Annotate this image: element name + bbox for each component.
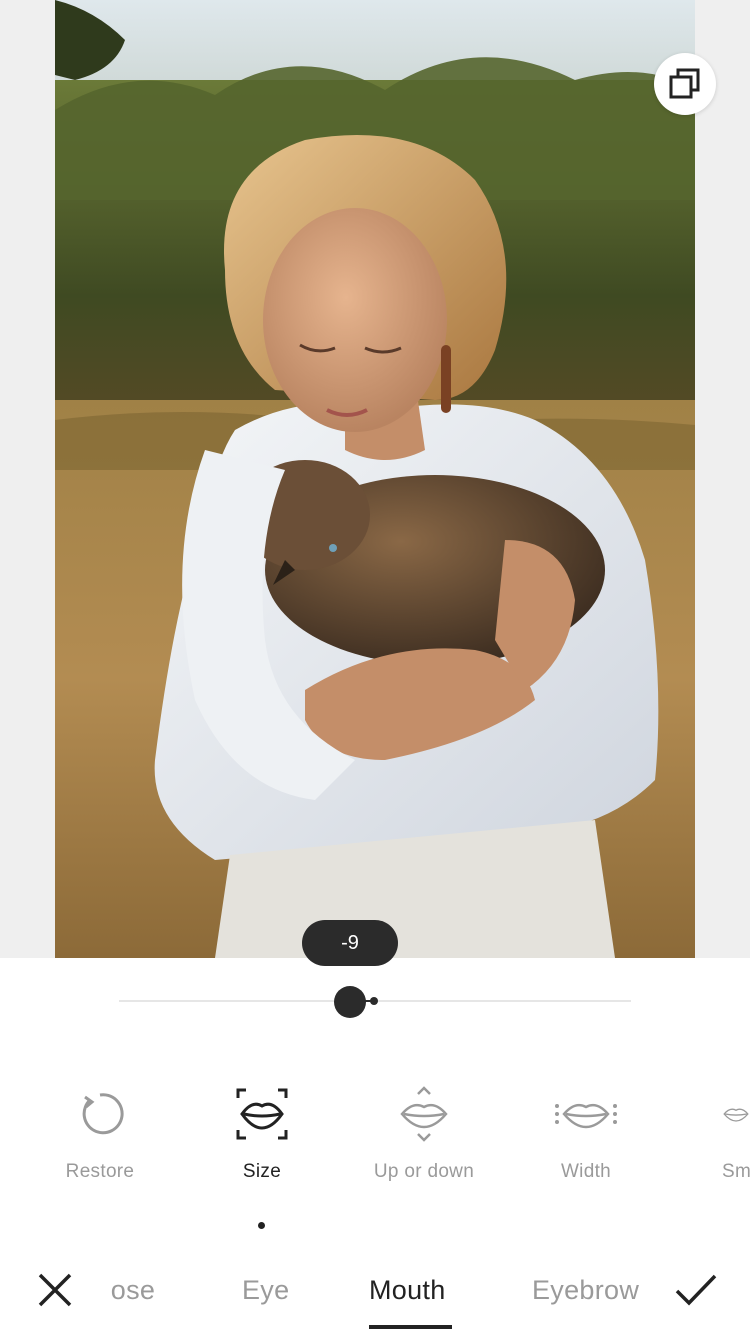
compare-icon: [669, 68, 700, 99]
slider-value-bubble: -9: [302, 920, 398, 966]
tab-nose[interactable]: Nose: [109, 1275, 155, 1306]
close-icon: [38, 1273, 72, 1307]
tool-label: Sm: [722, 1161, 750, 1182]
tool-label: Restore: [65, 1161, 135, 1182]
tool-label: Size: [242, 1161, 282, 1182]
tool-restore[interactable]: Restore: [19, 1085, 181, 1183]
mouth-width-icon: [505, 1085, 667, 1143]
compare-button[interactable]: [654, 53, 716, 115]
confirm-button[interactable]: [672, 1269, 720, 1311]
tab-eye[interactable]: Eye: [242, 1275, 289, 1306]
close-button[interactable]: [34, 1269, 76, 1311]
active-tool-indicator: [258, 1222, 265, 1229]
slider-center-marker: [370, 997, 378, 1005]
tool-size[interactable]: Size: [181, 1085, 343, 1183]
portrait-photo: [55, 0, 695, 958]
mouth-smile-icon: [667, 1085, 750, 1143]
tab-mouth[interactable]: Mouth: [369, 1275, 446, 1306]
tool-label: Width: [560, 1161, 612, 1182]
restore-icon: [19, 1085, 181, 1143]
photo-preview[interactable]: [55, 0, 695, 958]
tab-eyebrow[interactable]: Eyebrow: [532, 1275, 639, 1306]
photo-canvas-area: [0, 0, 750, 958]
tool-width[interactable]: Width: [505, 1085, 667, 1183]
tool-up-or-down[interactable]: Up or down: [343, 1085, 505, 1183]
mouth-size-icon: [181, 1085, 343, 1143]
bottom-bar: Nose Eye Mouth Eyebrow: [0, 1255, 750, 1334]
slider-value-label: -9: [341, 931, 359, 954]
slider-thumb[interactable]: [334, 986, 366, 1018]
mouth-up-down-icon: [343, 1085, 505, 1143]
active-tab-underline: [369, 1325, 452, 1329]
tool-label: Up or down: [373, 1161, 475, 1182]
checkmark-icon: [675, 1274, 717, 1306]
adjustment-slider[interactable]: [119, 986, 631, 1018]
category-tabs: Nose Eye Mouth Eyebrow: [109, 1255, 651, 1334]
tool-smile[interactable]: Sm: [667, 1085, 750, 1183]
